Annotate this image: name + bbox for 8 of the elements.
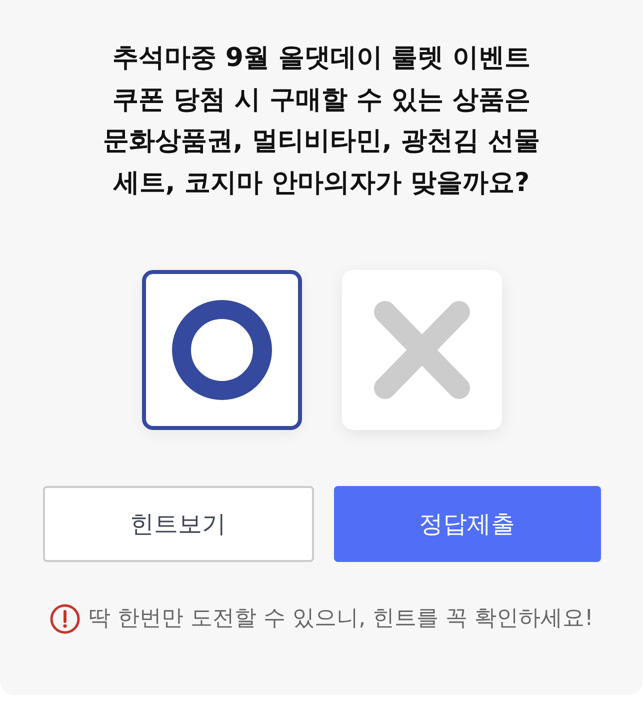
question-text: 추석마중 9월 올댓데이 룰렛 이벤트 쿠폰 당첨 시 구매할 수 있는 상품은 문화상품권, 멀티비타민, 광천김 선물 세트, 코지마 안마의자가 맞을까요? (103, 42, 540, 200)
notice-text: 딱 한번만 도전할 수 있으니, 힌트를 꼭 확인하세요! (88, 605, 594, 633)
submit-button[interactable]: 정답제출 (334, 486, 600, 562)
circle-icon (172, 300, 272, 400)
alert-icon (50, 604, 80, 634)
circle-choice-button[interactable] (142, 270, 302, 430)
hint-button[interactable]: 힌트보기 (42, 486, 314, 562)
cross-icon (374, 301, 470, 399)
